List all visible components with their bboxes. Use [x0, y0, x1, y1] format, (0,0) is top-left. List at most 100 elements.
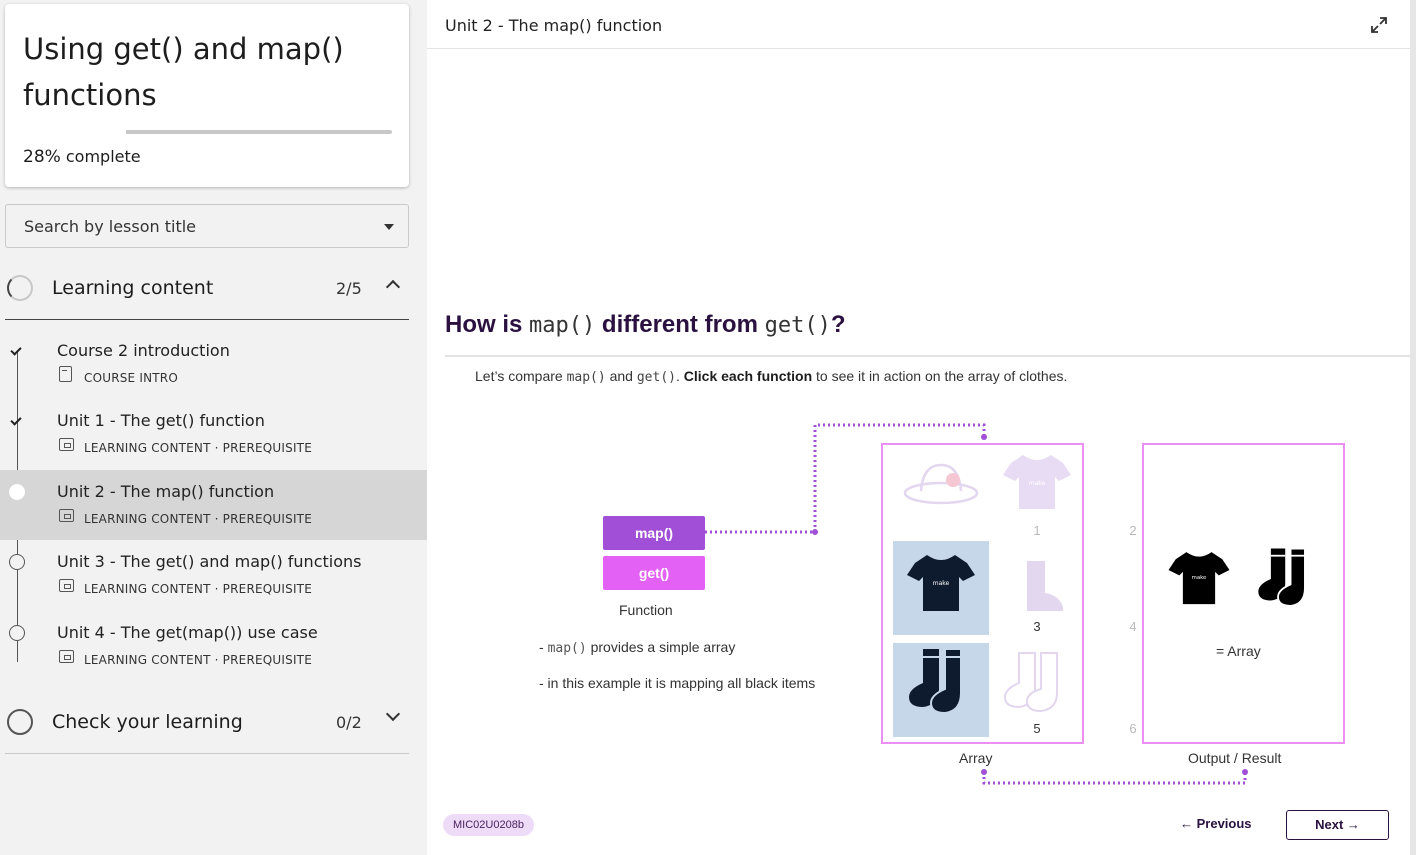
course-title: Using get() and map() functions — [23, 32, 344, 112]
unit-title: Unit 2 - The map() function — [445, 16, 663, 35]
screen-icon — [59, 579, 74, 592]
tshirt-icon: make — [1003, 455, 1071, 509]
array-label: Array — [959, 750, 993, 766]
array-item-tshirt[interactable]: make 2 — [989, 445, 1137, 539]
progress-bar — [126, 130, 392, 134]
intro-period: . — [676, 368, 684, 384]
hat-icon — [903, 463, 979, 505]
caret-down-icon — [384, 224, 394, 230]
lesson-item-unit-2[interactable]: Unit 2 - The map() function LEARNING CON… — [0, 470, 427, 540]
output-array-label: = Array — [1216, 643, 1261, 659]
progress-ring-icon — [7, 275, 33, 301]
note-map-code: map() — [547, 641, 587, 656]
question-how-is: How is — [445, 311, 530, 338]
app-root: Using get() and map() functions 28% comp… — [0, 0, 1416, 855]
next-button[interactable]: Next → — [1286, 810, 1389, 840]
lesson-item-unit-3[interactable]: Unit 3 - The get() and map() functions L… — [0, 540, 427, 610]
lesson-item-unit-4[interactable]: Unit 4 - The get(map()) use case LEARNIN… — [0, 611, 427, 681]
section-divider — [5, 753, 409, 754]
boot-icon — [1027, 561, 1063, 611]
section-count: 2/5 — [336, 279, 362, 298]
array-box: 1 make 2 make 3 4 5 6 — [881, 443, 1137, 744]
lesson-meta: LEARNING CONTENT · PREREQUISITE — [84, 512, 312, 526]
array-item-black-socks[interactable]: 5 — [893, 643, 1041, 737]
lesson-item-unit-1[interactable]: Unit 1 - The get() function LEARNING CON… — [0, 399, 427, 469]
content-id-badge: MIC02U0208b — [443, 814, 534, 836]
intro-suffix: to see it in action on the array of clot… — [812, 368, 1068, 384]
intro-and: and — [605, 368, 637, 384]
lesson-meta: COURSE INTRO — [84, 371, 178, 385]
lesson-title: Unit 3 - The get() and map() functions — [57, 552, 362, 571]
section-count: 0/2 — [336, 713, 362, 732]
output-box: make — [1142, 443, 1345, 744]
map-function-button[interactable]: map() — [603, 516, 705, 550]
svg-text:make: make — [1192, 575, 1207, 581]
empty-ring-icon — [7, 709, 33, 735]
black-tshirt-icon: make — [1168, 552, 1230, 605]
intro-text: Let’s compare map() and get(). Click eac… — [475, 368, 1067, 385]
scrollbar[interactable] — [1410, 0, 1416, 855]
svg-text:make: make — [1029, 480, 1046, 487]
progress-value: 28% — [23, 147, 61, 167]
mapping-note: - in this example it is mapping all blac… — [539, 675, 816, 691]
array-item-socks[interactable]: 6 — [989, 643, 1137, 737]
check-icon — [9, 343, 25, 359]
heading-divider — [445, 355, 1416, 357]
array-item-black-tshirt[interactable]: make 3 — [893, 541, 1041, 635]
search-select-label: Search by lesson title — [24, 217, 197, 236]
black-socks-icon — [909, 648, 962, 715]
sidebar: Using get() and map() functions 28% comp… — [0, 0, 427, 855]
question-heading: How is map() different from get()? — [445, 311, 846, 339]
section-divider — [5, 319, 409, 320]
main-panel: Unit 2 - The map() function How is map()… — [427, 0, 1416, 855]
intro-prefix: Let’s compare — [475, 368, 567, 384]
check-icon — [9, 413, 25, 429]
screen-icon — [59, 509, 74, 522]
array-item-boot[interactable]: 4 — [989, 541, 1137, 635]
lesson-title: Unit 2 - The map() function — [57, 482, 275, 501]
lesson-item-course-intro[interactable]: Course 2 introduction COURSE INTRO — [0, 329, 427, 399]
lesson-meta: LEARNING CONTENT · PREREQUISITE — [84, 582, 312, 596]
intro-get-code: get() — [636, 370, 676, 385]
screen-icon — [59, 438, 74, 451]
question-get-code: get() — [764, 313, 831, 338]
section-title: Learning content — [52, 277, 214, 299]
progress-suffix: complete — [60, 147, 141, 166]
chevron-down-icon — [385, 706, 401, 722]
socks-icon — [1003, 652, 1058, 713]
question-different-from: different from — [595, 311, 765, 338]
empty-circle-icon — [9, 554, 25, 570]
empty-circle-icon — [9, 625, 25, 641]
chevron-up-icon — [385, 279, 401, 295]
note-prefix: - — [539, 639, 548, 655]
intro-map-code: map() — [566, 370, 606, 385]
black-socks-icon — [1258, 547, 1306, 607]
svg-text:make: make — [933, 580, 950, 587]
black-tshirt-icon: make — [907, 555, 975, 611]
lesson-search-select[interactable]: Search by lesson title — [5, 204, 409, 248]
array-item-hat[interactable]: 1 — [893, 445, 1041, 539]
note-suffix: provides a simple array — [586, 639, 736, 655]
lesson-meta: LEARNING CONTENT · PREREQUISITE — [84, 653, 312, 667]
intro-bold: Click each function — [683, 368, 813, 384]
question-mark: ? — [830, 311, 846, 338]
unit-header: Unit 2 - The map() function — [427, 0, 1410, 49]
section-title: Check your learning — [52, 711, 243, 733]
get-function-button[interactable]: get() — [603, 556, 705, 590]
expand-icon[interactable] — [1369, 15, 1389, 35]
screen-icon — [59, 650, 74, 663]
question-map-code: map() — [529, 313, 596, 338]
current-dot-icon — [9, 484, 25, 500]
progress-text: 28% complete — [23, 147, 141, 167]
lesson-title: Unit 1 - The get() function — [57, 411, 265, 430]
function-label: Function — [619, 602, 673, 618]
course-card: Using get() and map() functions 28% comp… — [5, 4, 409, 187]
output-label: Output / Result — [1188, 750, 1282, 766]
section-check-your-learning[interactable]: Check your learning 0/2 — [5, 687, 409, 757]
map-note: - map() provides a simple array — [539, 639, 829, 657]
progress-bar-fill — [126, 130, 201, 134]
lesson-title: Unit 4 - The get(map()) use case — [57, 623, 318, 642]
lesson-title: Course 2 introduction — [57, 341, 230, 360]
section-learning-content[interactable]: Learning content 2/5 — [5, 253, 409, 323]
previous-button[interactable]: ← Previous — [1180, 816, 1252, 831]
